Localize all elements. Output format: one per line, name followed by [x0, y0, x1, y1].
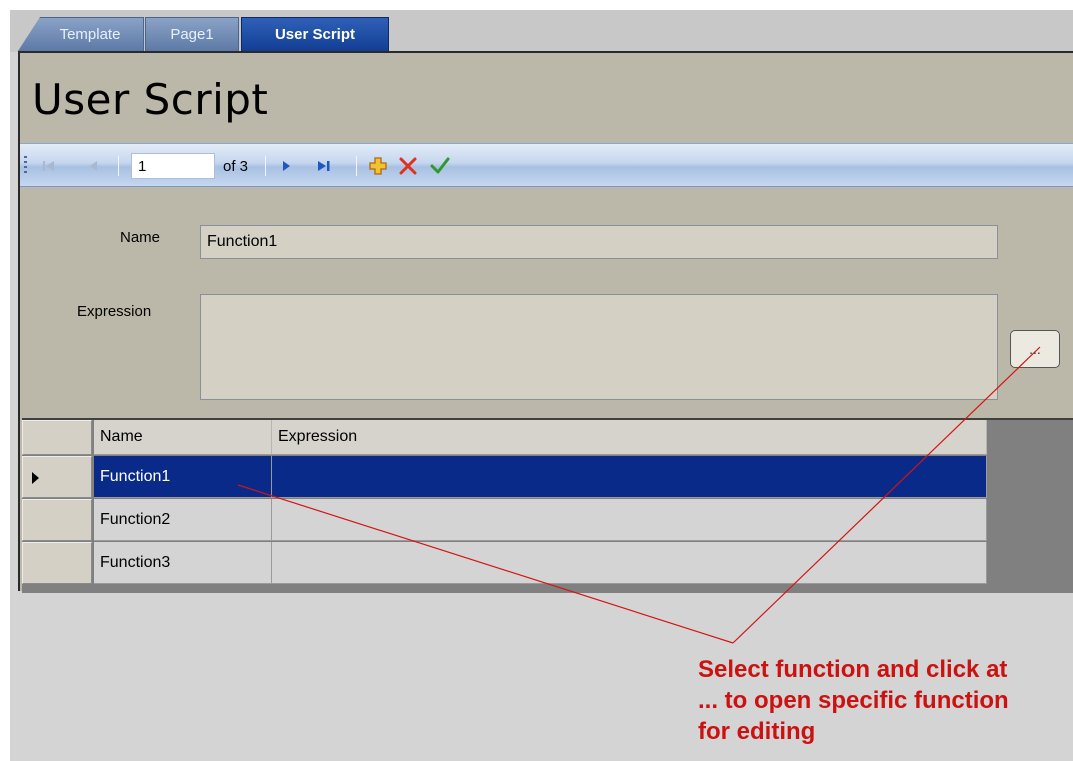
toolbar-grip-handle[interactable]: [24, 156, 27, 176]
application-window: Template Page1 User Script User Script o…: [10, 10, 1073, 761]
tab-user-script[interactable]: User Script: [241, 17, 389, 51]
row-header[interactable]: [22, 542, 92, 584]
column-header-name[interactable]: Name: [94, 420, 272, 455]
tab-template[interactable]: Template: [18, 17, 144, 51]
expression-label: Expression: [77, 303, 152, 320]
grid-corner-header: [22, 420, 92, 455]
move-last-button[interactable]: [312, 154, 336, 178]
record-count-label: of 3: [223, 158, 249, 175]
functions-grid: Name Expression Function1 Function2 Func…: [22, 418, 1073, 593]
move-previous-icon: [90, 161, 97, 171]
save-button[interactable]: [428, 154, 452, 178]
open-function-editor-button[interactable]: ...: [1010, 330, 1060, 368]
move-last-icon: [318, 161, 330, 171]
current-row-arrow-icon: [32, 472, 39, 484]
annotation-line: ... to open specific function: [698, 687, 1009, 714]
move-first-icon: [43, 161, 54, 171]
move-first-button[interactable]: [38, 154, 60, 178]
annotation-note: Select function and click at ... to open…: [698, 654, 1073, 747]
tab-strip: Template Page1 User Script: [10, 10, 1073, 52]
table-row-expression-cell[interactable]: [272, 499, 987, 541]
column-header-expression[interactable]: Expression: [272, 420, 987, 455]
record-navigator-toolbar: of 3: [20, 143, 1073, 187]
table-row-expression-cell[interactable]: [272, 542, 987, 584]
table-row-expression-cell[interactable]: [272, 456, 987, 498]
move-previous-button[interactable]: [82, 154, 104, 178]
table-row-name-cell[interactable]: Function1: [94, 456, 272, 498]
delete-x-icon: [399, 157, 417, 175]
name-field[interactable]: [200, 225, 998, 259]
delete-button[interactable]: [396, 154, 420, 178]
page-title: User Script: [32, 75, 269, 124]
expression-field[interactable]: [200, 294, 998, 400]
move-next-button[interactable]: [276, 154, 298, 178]
checkmark-icon: [430, 157, 450, 174]
annotation-line: for editing: [698, 718, 816, 745]
row-header-selected[interactable]: [22, 456, 92, 498]
add-new-button[interactable]: [366, 154, 390, 178]
table-row-name-cell[interactable]: Function3: [94, 542, 272, 584]
annotation-line: Select function and click at: [698, 656, 1008, 683]
name-label: Name: [120, 229, 161, 246]
row-header[interactable]: [22, 499, 92, 541]
position-input[interactable]: [131, 153, 215, 179]
tab-page1[interactable]: Page1: [145, 17, 239, 51]
table-row-name-cell[interactable]: Function2: [94, 499, 272, 541]
toolbar-separator: [356, 156, 357, 176]
add-plus-icon: [369, 157, 387, 175]
toolbar-separator: [118, 156, 119, 176]
move-next-icon: [283, 161, 290, 171]
toolbar-separator: [265, 156, 266, 176]
user-script-panel: User Script of 3: [18, 51, 1073, 593]
